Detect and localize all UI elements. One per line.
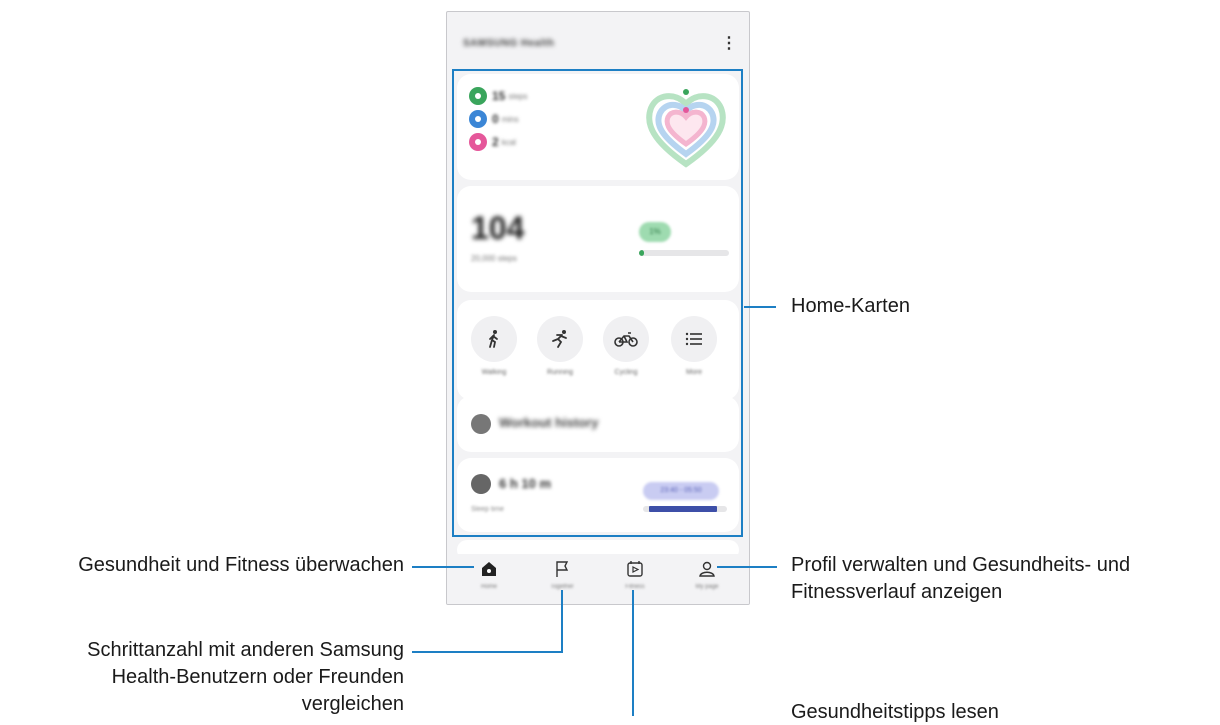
phone-screen: SAMSUNG Health ⋮ 15 steps 0 mins 2 kcal bbox=[446, 11, 750, 605]
nav-my-page[interactable]: My page bbox=[677, 560, 737, 590]
callout-steps-line1: Schrittanzahl mit anderen Samsung bbox=[87, 639, 404, 661]
callout-steps-line2: Health-Benutzern oder Freunden bbox=[111, 666, 404, 688]
activity-card[interactable]: 15 steps 0 mins 2 kcal bbox=[457, 74, 739, 180]
sleep-value: 6 h 10 m bbox=[499, 476, 552, 491]
steps-percent-badge: 1% bbox=[639, 222, 671, 242]
callout-line-together bbox=[561, 590, 563, 652]
callout-line-monitor bbox=[412, 566, 474, 568]
play-calendar-icon bbox=[627, 561, 643, 577]
workout-label: Running bbox=[546, 369, 574, 376]
running-icon bbox=[552, 330, 567, 348]
workout-label: Walking bbox=[481, 369, 507, 376]
running-button[interactable] bbox=[537, 316, 583, 362]
sleep-range-badge: 23:40 - 05:50 bbox=[643, 482, 719, 500]
callout-line-profile bbox=[717, 566, 777, 568]
workout-label: More bbox=[686, 369, 702, 376]
steps-count: 104 bbox=[471, 210, 525, 246]
flag-icon bbox=[556, 561, 569, 577]
callout-line-home-cards bbox=[744, 306, 776, 308]
workout-card: Walking Running Cycling More bbox=[457, 300, 739, 400]
metric-steps: 15 steps bbox=[469, 86, 527, 106]
sleep-bar-fill bbox=[649, 506, 717, 512]
sleep-card[interactable]: 6 h 10 m Sleep time 23:40 - 05:50 bbox=[457, 458, 739, 532]
list-icon bbox=[685, 332, 702, 346]
steps-progress-fill bbox=[639, 250, 644, 256]
metric-value: 0 bbox=[492, 112, 499, 126]
metric-unit: kcal bbox=[501, 137, 516, 147]
walking-icon bbox=[489, 330, 498, 348]
kebab-menu-icon[interactable]: ⋮ bbox=[721, 34, 737, 54]
clock-icon bbox=[469, 110, 487, 128]
nav-together[interactable]: Together bbox=[532, 560, 592, 590]
stopwatch-icon bbox=[471, 414, 491, 434]
app-title: SAMSUNG Health bbox=[463, 38, 555, 49]
metric-value: 15 bbox=[492, 89, 506, 103]
callout-line-together-h bbox=[412, 651, 563, 653]
workout-history-label: Workout history bbox=[499, 415, 599, 430]
steps-icon bbox=[469, 87, 487, 105]
more-button[interactable] bbox=[671, 316, 717, 362]
nav-label: Home bbox=[480, 584, 497, 590]
callout-home-cards: Home-Karten bbox=[791, 295, 910, 317]
person-icon bbox=[699, 561, 715, 577]
bottom-navigation: Home Together Fitness My page bbox=[447, 554, 749, 604]
steps-progress-bar bbox=[639, 250, 729, 256]
callout-line-tips-v bbox=[632, 590, 634, 716]
nav-fitness[interactable]: Fitness bbox=[605, 560, 665, 590]
sleep-bar bbox=[643, 506, 727, 512]
metric-calories: 2 kcal bbox=[469, 132, 516, 152]
steps-target: 20,000 steps bbox=[471, 254, 517, 263]
home-icon bbox=[482, 562, 496, 576]
moon-icon bbox=[471, 474, 491, 494]
callout-tips: Gesundheitstipps lesen bbox=[791, 701, 999, 723]
callout-profile-line1: Profil verwalten und Gesundheits- und bbox=[791, 554, 1131, 576]
steps-card[interactable]: 104 20,000 steps 1% bbox=[457, 186, 739, 292]
metric-minutes: 0 mins bbox=[469, 109, 519, 129]
workout-label: Cycling bbox=[614, 369, 638, 376]
walking-button[interactable] bbox=[471, 316, 517, 362]
app-header: SAMSUNG Health ⋮ bbox=[447, 12, 749, 68]
sleep-label: Sleep time bbox=[471, 506, 505, 513]
nav-label: Fitness bbox=[625, 584, 645, 590]
cycling-icon bbox=[614, 332, 638, 347]
flame-icon bbox=[469, 133, 487, 151]
cycling-button[interactable] bbox=[603, 316, 649, 362]
nav-label: My page bbox=[695, 584, 719, 590]
metric-value: 2 bbox=[492, 135, 499, 149]
activity-heart-icon bbox=[646, 89, 726, 168]
metric-unit: mins bbox=[501, 114, 519, 124]
callout-steps-line3: vergleichen bbox=[301, 693, 404, 715]
metric-unit: steps bbox=[508, 91, 528, 101]
callout-monitor: Gesundheit und Fitness überwachen bbox=[78, 554, 404, 576]
nav-home[interactable]: Home bbox=[459, 560, 519, 590]
callout-profile-line2: Fitnessverlauf anzeigen bbox=[791, 581, 1003, 603]
workout-history-card[interactable]: Workout history bbox=[457, 396, 739, 452]
